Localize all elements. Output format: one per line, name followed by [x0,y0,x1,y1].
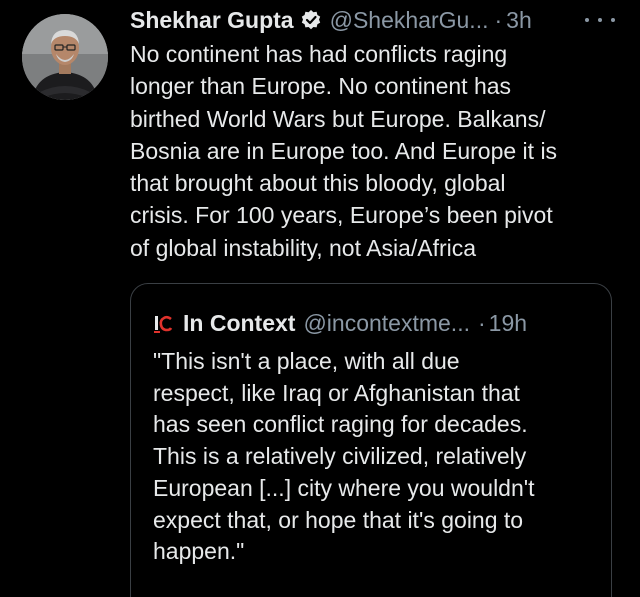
quoted-tweet-text: "This isn't a place, with all due respec… [153,348,535,565]
profile-photo [22,14,108,100]
quoted-separator-dot: · [477,310,486,336]
tweet-header: Shekhar Gupta @ShekharGu... · 3h [130,4,532,36]
author-handle[interactable]: @ShekharGu... [330,7,489,34]
tweet[interactable]: Shekhar Gupta @ShekharGu... · 3h No cont… [0,0,640,597]
timestamp[interactable]: 3h [506,7,532,34]
in-context-logo-icon [153,314,173,334]
quoted-timestamp[interactable]: 19h [489,310,527,337]
avatar[interactable] [22,14,108,100]
quoted-tweet[interactable]: In Context @incontextme... · 19h "This i… [130,283,612,597]
separator-dot: · [494,6,503,33]
author-name[interactable]: Shekhar Gupta [130,7,294,34]
quoted-author-name[interactable]: In Context [183,310,295,337]
quoted-author-handle[interactable]: @incontextme... [303,310,470,337]
more-options-icon[interactable] [580,8,620,32]
tweet-text: No continent has had conflicts raging lo… [130,41,558,261]
quoted-tweet-header: In Context @incontextme... · 19h [153,310,527,337]
verified-badge-icon [300,9,322,31]
